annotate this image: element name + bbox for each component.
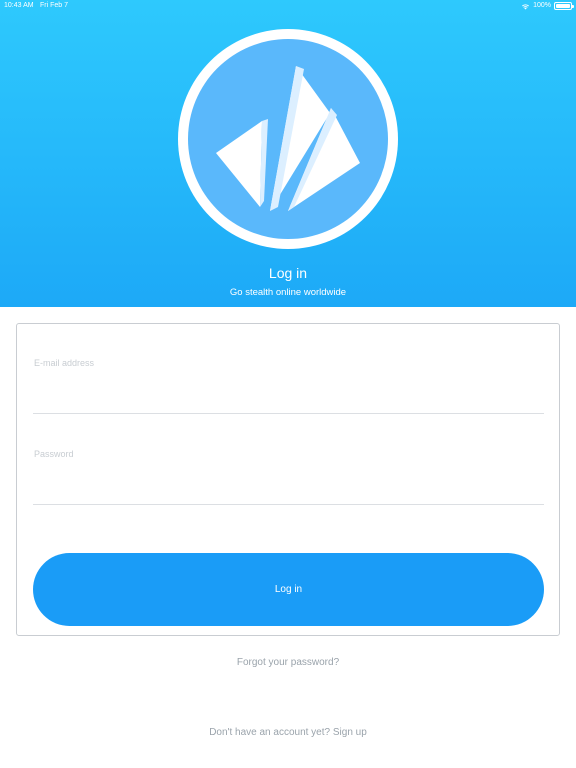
login-button[interactable]: Log in bbox=[33, 553, 544, 626]
status-bar: 10:43 AM Fri Feb 7 100% bbox=[0, 0, 576, 12]
header-banner: 10:43 AM Fri Feb 7 100% Log in Go stealt… bbox=[0, 0, 576, 307]
wifi-icon bbox=[522, 3, 530, 9]
signup-link[interactable]: Don't have an account yet? Sign up bbox=[0, 727, 576, 738]
status-indicators: 100% bbox=[521, 0, 574, 12]
battery-fill bbox=[556, 4, 570, 8]
paper-plane-sails-logo-icon bbox=[178, 29, 398, 249]
page-subtitle: Go stealth online worldwide bbox=[229, 287, 347, 298]
password-label: Password bbox=[34, 449, 74, 459]
battery-icon bbox=[554, 2, 574, 10]
status-date: Fri Feb 7 bbox=[40, 2, 69, 9]
forgot-password-link[interactable]: Forgot your password? bbox=[0, 657, 576, 668]
email-field[interactable] bbox=[33, 380, 544, 404]
password-underline bbox=[33, 504, 544, 505]
email-underline bbox=[33, 413, 544, 414]
email-label: E-mail address bbox=[34, 358, 95, 368]
battery-percentage: 100% bbox=[533, 2, 551, 9]
status-time: 10:43 AM bbox=[4, 2, 34, 9]
page-title: Log in bbox=[268, 265, 308, 281]
password-field[interactable] bbox=[33, 471, 544, 495]
login-form-card: E-mail address Password Log in bbox=[16, 323, 560, 636]
